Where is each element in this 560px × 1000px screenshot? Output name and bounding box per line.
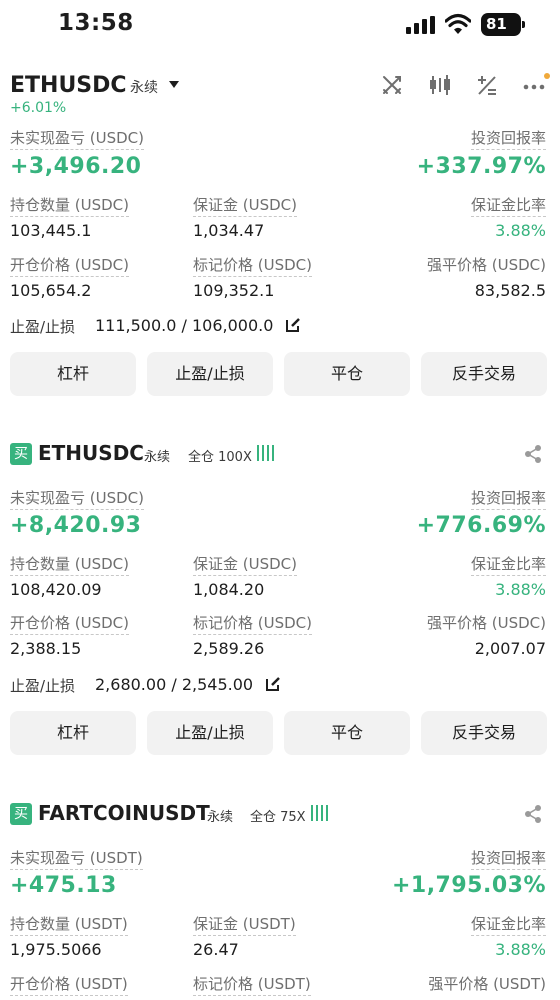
liq-price-value: 2,007.07 — [474, 639, 546, 658]
battery-indicator: 81 — [481, 13, 525, 36]
candle-icon[interactable] — [428, 74, 452, 96]
contract-type: 永续 — [207, 810, 234, 825]
roi-label[interactable]: 投资回报率 — [470, 127, 546, 150]
position-size-label[interactable]: 持仓数量 (USDC) — [10, 553, 129, 576]
liq-price-label: 强平价格 (USDC) — [427, 614, 546, 632]
tpsl-label: 止盈/止损 — [10, 318, 76, 336]
roi-value: +1,795.03% — [391, 873, 546, 898]
header-contract-type: 永续 — [130, 80, 158, 96]
margin-value: 1,084.20 — [193, 580, 265, 599]
margin-ratio-value: 3.88% — [495, 940, 546, 959]
margin-ratio-label[interactable]: 保证金比率 — [470, 913, 546, 936]
side-tag: 买 — [10, 803, 32, 825]
position-size-value: 103,445.1 — [10, 221, 92, 240]
edit-icon[interactable] — [265, 676, 281, 692]
wifi-icon — [445, 13, 471, 34]
entry-price-value: 2,388.15 — [10, 639, 82, 658]
entry-price-label[interactable]: 开仓价格 (USDC) — [10, 254, 129, 277]
margin-ratio-label[interactable]: 保证金比率 — [470, 553, 546, 576]
margin-label[interactable]: 保证金 (USDC) — [193, 553, 297, 576]
adl-indicator-icon — [257, 445, 277, 461]
margin-value: 26.47 — [193, 940, 239, 959]
close-position-button[interactable]: 平仓 — [284, 711, 410, 755]
mark-price-value: 109,352.1 — [193, 281, 275, 300]
unrealized-pnl-label[interactable]: 未实现盈亏 (USDC) — [10, 127, 144, 150]
roi-label[interactable]: 投资回报率 — [470, 487, 546, 510]
close-position-button[interactable]: 平仓 — [284, 352, 410, 396]
position-size-value: 1,975.5066 — [10, 940, 102, 959]
roi-value: +337.97% — [416, 154, 546, 179]
tpsl-button[interactable]: 止盈/止损 — [147, 711, 273, 755]
chevron-down-icon[interactable] — [168, 80, 180, 90]
liq-price-value: 83,582.5 — [474, 281, 546, 300]
roi-label[interactable]: 投资回报率 — [470, 847, 546, 870]
reverse-trade-button[interactable]: 反手交易 — [421, 352, 547, 396]
liq-price-label: 强平价格 (USDT) — [428, 975, 546, 993]
leverage-button[interactable]: 杠杆 — [10, 711, 136, 755]
tpsl-label: 止盈/止损 — [10, 677, 76, 695]
unrealized-pnl-label[interactable]: 未实现盈亏 (USDT) — [10, 847, 143, 870]
symbol-header: ETHUSDC 永续 +6.01% — [0, 62, 560, 122]
margin-ratio-value: 3.88% — [495, 221, 546, 240]
position-symbol[interactable]: FARTCOINUSDT — [38, 801, 210, 825]
reverse-trade-button[interactable]: 反手交易 — [421, 711, 547, 755]
mark-price-label[interactable]: 标记价格 (USDC) — [193, 254, 312, 277]
position-size-value: 108,420.09 — [10, 580, 102, 599]
position-card: 买 ETHUSDC 永续 全仓 100X 未实现盈亏 (USDC) 投资回报率 … — [0, 440, 560, 760]
swap-icon[interactable] — [381, 74, 403, 96]
margin-mode: 全仓 75X — [250, 810, 306, 825]
position-symbol[interactable]: ETHUSDC — [38, 441, 144, 465]
unrealized-pnl-value: +3,496.20 — [10, 154, 142, 179]
side-tag: 买 — [10, 443, 32, 465]
cellular-signal-icon — [406, 16, 435, 34]
calculator-icon[interactable] — [476, 74, 498, 96]
mark-price-value: 2,589.26 — [193, 639, 265, 658]
status-bar: 13:58 81 — [0, 0, 560, 52]
liq-price-label: 强平价格 (USDC) — [427, 256, 546, 274]
margin-ratio-label[interactable]: 保证金比率 — [470, 194, 546, 217]
entry-price-label[interactable]: 开仓价格 (USDT) — [10, 973, 128, 996]
leverage-button[interactable]: 杠杆 — [10, 352, 136, 396]
margin-label[interactable]: 保证金 (USDC) — [193, 194, 297, 217]
position-size-label[interactable]: 持仓数量 (USDT) — [10, 913, 128, 936]
header-change: +6.01% — [10, 100, 67, 116]
position-card: 买 FARTCOINUSDT 永续 全仓 75X 未实现盈亏 (USDT) 投资… — [0, 800, 560, 1000]
status-time: 13:58 — [58, 10, 134, 36]
tpsl-value: 111,500.0 / 106,000.0 — [95, 316, 274, 335]
entry-price-value: 105,654.2 — [10, 281, 92, 300]
position-size-label[interactable]: 持仓数量 (USDC) — [10, 194, 129, 217]
roi-value: +776.69% — [416, 513, 546, 538]
unrealized-pnl-value: +475.13 — [10, 873, 117, 898]
edit-icon[interactable] — [285, 317, 301, 333]
margin-label[interactable]: 保证金 (USDT) — [193, 913, 296, 936]
share-icon[interactable] — [523, 804, 543, 824]
unrealized-pnl-value: +8,420.93 — [10, 513, 142, 538]
margin-ratio-value: 3.88% — [495, 580, 546, 599]
more-icon[interactable] — [522, 72, 552, 96]
mark-price-label[interactable]: 标记价格 (USDT) — [193, 973, 311, 996]
header-symbol[interactable]: ETHUSDC — [10, 73, 127, 98]
share-icon[interactable] — [523, 444, 543, 464]
tpsl-value: 2,680.00 / 2,545.00 — [95, 675, 254, 694]
mark-price-label[interactable]: 标记价格 (USDC) — [193, 612, 312, 635]
tpsl-button[interactable]: 止盈/止损 — [147, 352, 273, 396]
contract-type: 永续 — [144, 450, 171, 465]
adl-indicator-icon — [311, 805, 331, 821]
unrealized-pnl-label[interactable]: 未实现盈亏 (USDC) — [10, 487, 144, 510]
margin-mode: 全仓 100X — [188, 450, 252, 465]
margin-value: 1,034.47 — [193, 221, 265, 240]
position-card: 未实现盈亏 (USDC) 投资回报率 +3,496.20 +337.97% 持仓… — [0, 122, 560, 402]
entry-price-label[interactable]: 开仓价格 (USDC) — [10, 612, 129, 635]
